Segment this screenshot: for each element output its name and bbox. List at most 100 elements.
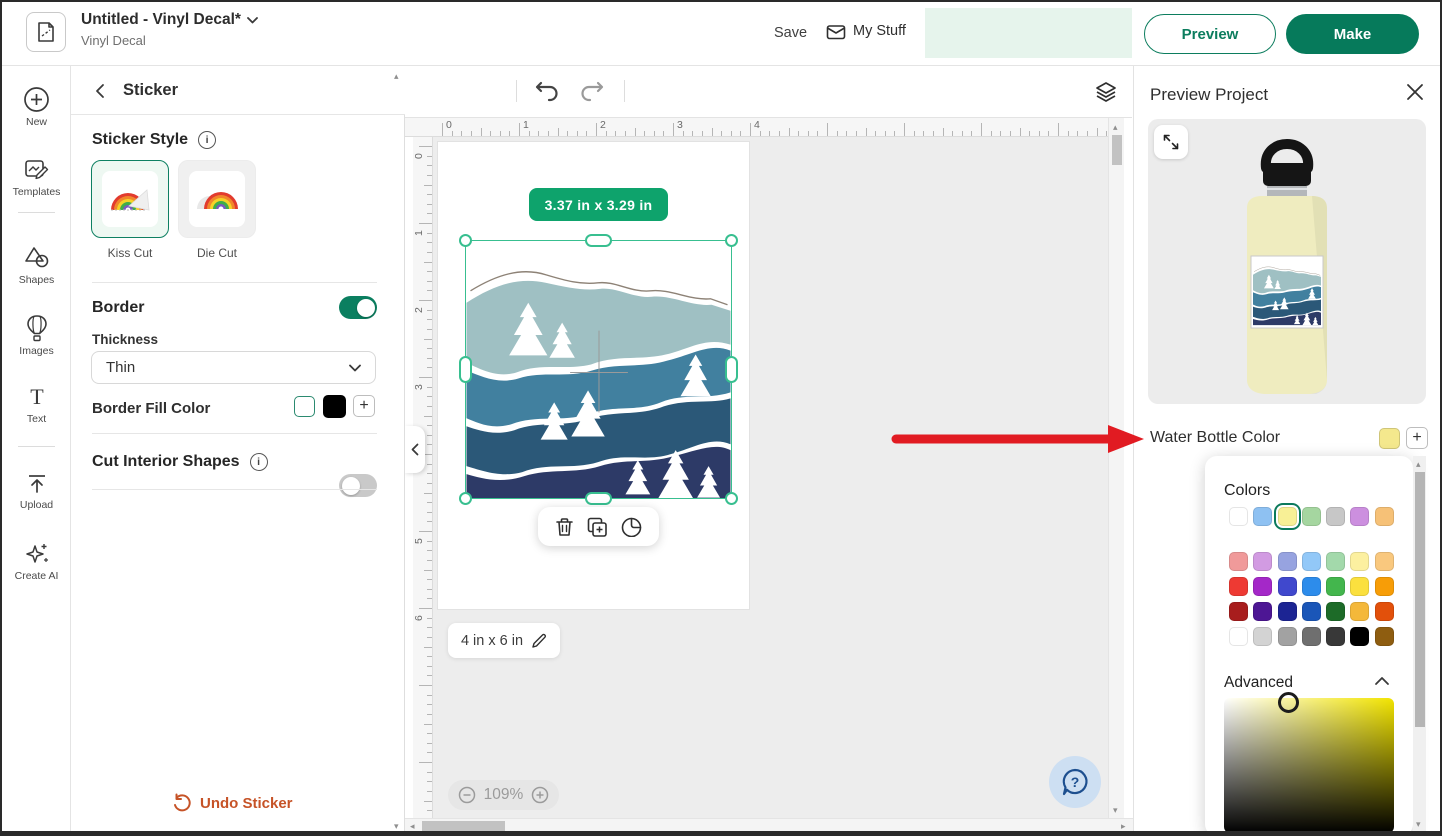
expand-preview-button[interactable]: [1154, 125, 1188, 159]
panel-scroll-up[interactable]: ▴: [394, 72, 399, 81]
color-swatch[interactable]: [1326, 577, 1345, 596]
color-swatch[interactable]: [1302, 552, 1321, 571]
help-button[interactable]: ?: [1049, 756, 1101, 808]
scroll-down-arrow[interactable]: ▾: [1416, 820, 1421, 829]
color-swatch[interactable]: [1375, 552, 1394, 571]
color-swatch[interactable]: [1350, 577, 1369, 596]
color-swatch[interactable]: [1375, 627, 1394, 646]
color-swatch[interactable]: [1326, 507, 1345, 526]
layers-button[interactable]: [1094, 80, 1118, 104]
sidebar-item-new[interactable]: New: [2, 86, 71, 128]
duplicate-icon[interactable]: [587, 517, 608, 537]
gradient-picker-handle[interactable]: [1278, 692, 1299, 713]
scrollbar-thumb[interactable]: [422, 821, 505, 832]
color-swatch[interactable]: [1375, 602, 1394, 621]
info-icon[interactable]: i: [198, 131, 216, 149]
resize-handle-w[interactable]: [459, 356, 472, 383]
back-chevron-icon[interactable]: [95, 83, 105, 99]
canvas-horizontal-scrollbar[interactable]: ◂ ▸: [405, 818, 1133, 833]
kiss-cut-option[interactable]: [91, 160, 169, 238]
color-swatch[interactable]: [1326, 552, 1345, 571]
delete-icon[interactable]: [555, 517, 574, 537]
add-water-bottle-color-button[interactable]: +: [1406, 427, 1428, 449]
popup-scrollbar[interactable]: ▴ ▾: [1413, 456, 1426, 833]
resize-handle-e[interactable]: [725, 356, 738, 383]
canvas-vertical-scrollbar[interactable]: ▴ ▾: [1108, 118, 1124, 818]
sidebar-item-create-ai[interactable]: Create AI: [2, 540, 71, 582]
color-swatch[interactable]: [1375, 577, 1394, 596]
zoom-out-icon[interactable]: [458, 786, 476, 804]
scrollbar-thumb[interactable]: [1112, 135, 1122, 165]
color-swatch[interactable]: [1278, 507, 1297, 526]
close-icon[interactable]: [1406, 83, 1424, 101]
color-swatch[interactable]: [1302, 627, 1321, 646]
color-swatch[interactable]: [1278, 627, 1297, 646]
color-swatch[interactable]: [1229, 602, 1248, 621]
color-swatch[interactable]: [1326, 627, 1345, 646]
info-icon[interactable]: i: [250, 453, 268, 471]
sidebar-item-text[interactable]: T Text: [2, 384, 71, 425]
color-swatch[interactable]: [1229, 577, 1248, 596]
border-fill-swatch-black[interactable]: [323, 395, 346, 418]
selection-box[interactable]: [465, 240, 732, 499]
make-button[interactable]: Make: [1286, 14, 1419, 54]
cut-interior-toggle[interactable]: [339, 474, 377, 497]
color-swatch[interactable]: [1253, 507, 1272, 526]
sidebar-item-templates[interactable]: Templates: [2, 156, 71, 198]
resize-handle-ne[interactable]: [725, 234, 738, 247]
zoom-in-icon[interactable]: [531, 786, 549, 804]
sidebar-item-shapes[interactable]: Shapes: [2, 244, 71, 286]
sidebar-item-upload[interactable]: Upload: [2, 470, 71, 511]
chevron-up-icon[interactable]: [1374, 676, 1390, 686]
save-button[interactable]: Save: [774, 25, 807, 41]
color-swatch[interactable]: [1229, 552, 1248, 571]
resize-handle-nw[interactable]: [459, 234, 472, 247]
undo-sticker-button[interactable]: Undo Sticker: [172, 793, 293, 813]
border-toggle[interactable]: [339, 296, 377, 319]
color-swatch[interactable]: [1253, 602, 1272, 621]
mat-size-control[interactable]: 4 in x 6 in: [448, 623, 560, 658]
my-stuff-button[interactable]: My Stuff: [826, 22, 906, 40]
panel-collapse-tab[interactable]: [404, 426, 425, 473]
resize-handle-sw[interactable]: [459, 492, 472, 505]
color-swatch[interactable]: [1253, 627, 1272, 646]
thickness-select[interactable]: Thin: [91, 351, 376, 384]
die-cut-option[interactable]: [178, 160, 256, 238]
color-swatch[interactable]: [1326, 602, 1345, 621]
add-border-color-button[interactable]: +: [353, 395, 375, 417]
color-swatch[interactable]: [1350, 507, 1369, 526]
resize-handle-n[interactable]: [585, 234, 612, 247]
advanced-gradient-picker[interactable]: [1224, 698, 1394, 833]
color-swatch[interactable]: [1350, 627, 1369, 646]
color-swatch[interactable]: [1278, 602, 1297, 621]
color-swatch[interactable]: [1302, 507, 1321, 526]
resize-handle-s[interactable]: [585, 492, 612, 505]
border-fill-swatch-white[interactable]: [294, 396, 315, 417]
water-bottle-color-swatch[interactable]: [1379, 428, 1400, 449]
document-title-menu[interactable]: Untitled - Vinyl Decal*: [81, 11, 258, 29]
color-swatch[interactable]: [1278, 552, 1297, 571]
scrollbar-thumb[interactable]: [1415, 472, 1425, 727]
scroll-up-arrow[interactable]: ▴: [1113, 123, 1118, 132]
color-swatch[interactable]: [1278, 577, 1297, 596]
color-swatch[interactable]: [1350, 602, 1369, 621]
color-swatch[interactable]: [1229, 627, 1248, 646]
sticker-peel-icon[interactable]: [621, 517, 642, 537]
scroll-right-arrow[interactable]: ▸: [1121, 822, 1126, 831]
project-logo-button[interactable]: [26, 12, 66, 52]
redo-button[interactable]: [579, 78, 605, 102]
resize-handle-se[interactable]: [725, 492, 738, 505]
color-swatch[interactable]: [1229, 507, 1248, 526]
undo-button[interactable]: [534, 78, 560, 102]
color-swatch[interactable]: [1302, 602, 1321, 621]
color-swatch[interactable]: [1253, 577, 1272, 596]
scroll-up-arrow[interactable]: ▴: [1416, 460, 1421, 469]
color-swatch[interactable]: [1375, 507, 1394, 526]
scroll-left-arrow[interactable]: ◂: [410, 822, 415, 831]
color-swatch[interactable]: [1253, 552, 1272, 571]
color-swatch[interactable]: [1302, 577, 1321, 596]
color-swatch[interactable]: [1350, 552, 1369, 571]
preview-button[interactable]: Preview: [1144, 14, 1276, 54]
sidebar-item-images[interactable]: Images: [2, 314, 71, 357]
panel-scroll-down[interactable]: ▾: [394, 822, 399, 831]
